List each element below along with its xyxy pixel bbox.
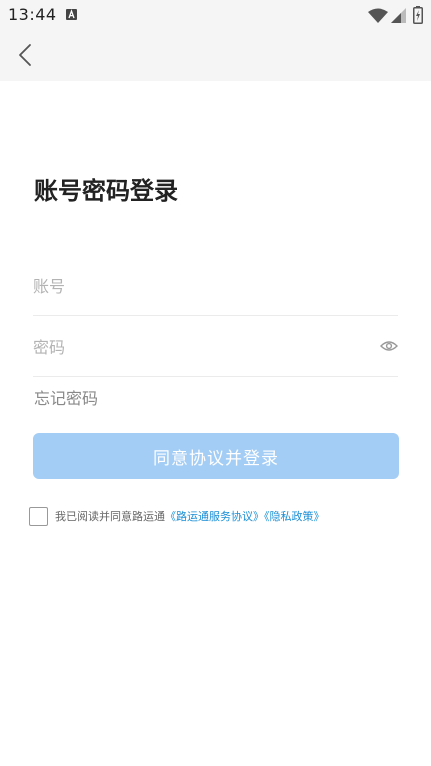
toolbar <box>0 30 431 81</box>
password-divider <box>33 376 398 377</box>
password-field <box>33 327 398 367</box>
signal-icon <box>391 8 406 27</box>
agree-checkbox[interactable] <box>29 507 48 526</box>
account-field <box>33 266 398 306</box>
status-bar: 13:44 <box>0 0 431 30</box>
agree-and-login-button[interactable]: 同意协议并登录 <box>33 433 399 479</box>
password-input[interactable] <box>33 327 363 367</box>
status-time: 13:44 <box>8 5 57 24</box>
back-button[interactable] <box>12 40 42 70</box>
page-title: 账号密码登录 <box>34 177 178 205</box>
agreement-text: 我已阅读并同意路运通《路运通服务协议》《隐私政策》 <box>55 509 325 525</box>
login-screen: 13:44 账号密码登录 账号 忘记密码 同意协议并登录 我已阅读并同意路运通《… <box>0 0 431 766</box>
forgot-password-link[interactable]: 忘记密码 <box>34 388 98 410</box>
service-agreement-link[interactable]: 《路运通服务协议》 <box>165 510 264 523</box>
a-notification-icon <box>66 9 77 20</box>
wifi-icon <box>368 8 388 27</box>
account-divider <box>33 315 398 316</box>
account-input[interactable] <box>33 266 363 306</box>
chevron-left-icon <box>19 44 31 66</box>
privacy-policy-link[interactable]: 《隐私政策》 <box>264 510 325 523</box>
battery-charging-icon <box>413 6 423 28</box>
agreement-prefix: 我已阅读并同意路运通 <box>55 510 165 523</box>
eye-icon[interactable] <box>380 339 398 353</box>
